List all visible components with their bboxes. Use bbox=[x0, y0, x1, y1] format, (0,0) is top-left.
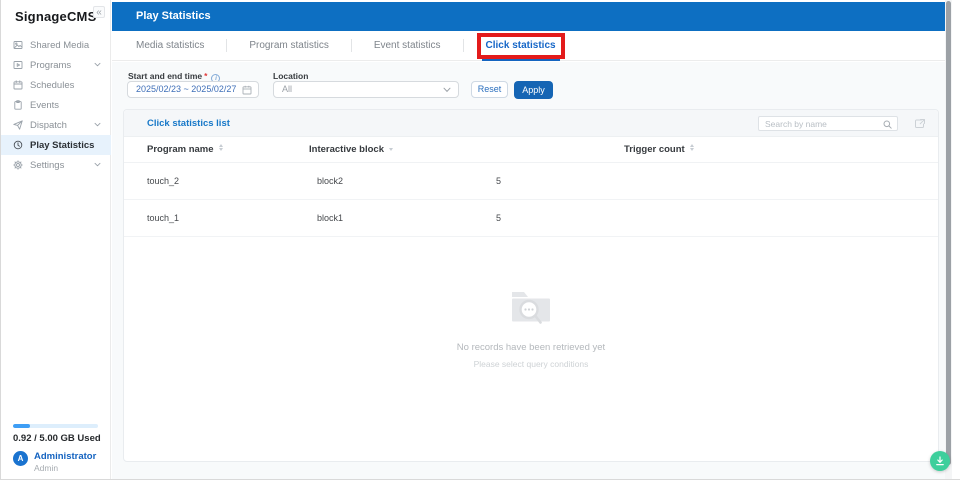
tab-event-statistics[interactable]: Event statistics bbox=[363, 31, 452, 61]
sidebar-nav: Shared Media Programs Schedules Events D… bbox=[1, 35, 111, 175]
download-fab-button[interactable] bbox=[930, 451, 950, 471]
location-label: Location bbox=[273, 71, 308, 81]
sidebar-item-programs[interactable]: Programs bbox=[1, 55, 111, 75]
sidebar-item-label: Play Statistics bbox=[30, 140, 94, 151]
cell-trigger-count: 5 bbox=[496, 163, 501, 200]
storage-progress-fill bbox=[13, 424, 30, 428]
card-header: Click statistics list bbox=[124, 110, 938, 137]
tab-divider bbox=[351, 39, 352, 52]
sidebar-item-label: Schedules bbox=[30, 80, 74, 91]
user-role: Admin bbox=[34, 463, 58, 473]
cell-program-name: touch_2 bbox=[147, 163, 179, 200]
sidebar-item-label: Programs bbox=[30, 60, 71, 71]
image-icon bbox=[13, 40, 23, 50]
required-mark: * bbox=[204, 71, 207, 81]
sidebar-item-label: Events bbox=[30, 100, 59, 111]
sort-icon bbox=[389, 148, 393, 151]
main-area: Play Statistics Media statistics Program… bbox=[112, 0, 945, 479]
app-logo-title: SignageCMS bbox=[15, 9, 96, 24]
column-header-program-name[interactable]: Program name bbox=[147, 137, 223, 163]
empty-folder-search-icon bbox=[510, 288, 552, 326]
location-selected-value: All bbox=[282, 84, 292, 94]
calendar-icon bbox=[242, 85, 252, 95]
sidebar-item-dispatch[interactable]: Dispatch bbox=[1, 115, 111, 135]
sidebar: SignageCMS « Shared Media Programs Sched… bbox=[1, 0, 111, 479]
search-icon[interactable] bbox=[883, 120, 892, 129]
card-title: Click statistics list bbox=[147, 110, 230, 137]
sidebar-item-label: Settings bbox=[30, 160, 64, 171]
export-icon[interactable] bbox=[914, 118, 926, 130]
page-header: Play Statistics bbox=[112, 2, 945, 31]
play-box-icon bbox=[13, 60, 23, 70]
cell-interactive-block: block2 bbox=[317, 163, 343, 200]
tab-divider bbox=[463, 39, 464, 52]
tab-divider bbox=[226, 39, 227, 52]
click-statistics-card: Click statistics list Program name Inter… bbox=[123, 109, 939, 462]
page-title: Play Statistics bbox=[136, 2, 211, 31]
sidebar-item-label: Shared Media bbox=[30, 40, 89, 51]
chevron-down-icon bbox=[94, 161, 101, 168]
content-area: Start and end time*i 2025/02/23 ~ 2025/0… bbox=[112, 62, 945, 479]
scrollbar-thumb[interactable] bbox=[946, 1, 951, 465]
sort-icon bbox=[690, 144, 694, 152]
chevron-down-icon bbox=[443, 87, 451, 93]
tab-media-statistics[interactable]: Media statistics bbox=[136, 31, 215, 61]
chevron-down-icon bbox=[94, 121, 101, 128]
search-box bbox=[758, 116, 898, 131]
download-icon bbox=[935, 456, 945, 466]
vertical-scrollbar bbox=[945, 0, 952, 479]
cell-interactive-block: block1 bbox=[317, 200, 343, 237]
storage-progress-bar bbox=[13, 424, 98, 428]
search-input[interactable] bbox=[765, 117, 880, 130]
sidebar-item-play-statistics[interactable]: Play Statistics bbox=[1, 135, 111, 155]
storage-usage-label: 0.92 / 5.00 GB Used bbox=[13, 433, 101, 444]
avatar[interactable]: A bbox=[13, 451, 28, 466]
calendar-icon bbox=[13, 80, 23, 90]
clipboard-icon bbox=[13, 100, 23, 110]
user-name[interactable]: Administrator bbox=[34, 451, 96, 462]
empty-state: No records have been retrieved yet Pleas… bbox=[124, 288, 938, 369]
app-window: SignageCMS « Shared Media Programs Sched… bbox=[0, 0, 960, 480]
location-select[interactable]: All bbox=[273, 81, 459, 98]
tab-click-statistics[interactable]: Click statistics bbox=[475, 31, 567, 61]
table-row[interactable]: touch_2 block2 5 bbox=[124, 163, 938, 200]
sidebar-item-events[interactable]: Events bbox=[1, 95, 111, 115]
sidebar-item-schedules[interactable]: Schedules bbox=[1, 75, 111, 95]
column-header-label: Program name bbox=[147, 144, 214, 155]
send-icon bbox=[13, 120, 23, 130]
chevron-down-icon bbox=[94, 61, 101, 68]
date-range-input[interactable]: 2025/02/23 ~ 2025/02/27 bbox=[127, 81, 259, 98]
sidebar-item-label: Dispatch bbox=[30, 120, 67, 131]
apply-button[interactable]: Apply bbox=[514, 81, 553, 99]
cell-program-name: touch_1 bbox=[147, 200, 179, 237]
sidebar-item-settings[interactable]: Settings bbox=[1, 155, 111, 175]
empty-state-title: No records have been retrieved yet bbox=[124, 342, 938, 353]
column-header-trigger-count[interactable]: Trigger count bbox=[624, 137, 694, 163]
tab-program-statistics[interactable]: Program statistics bbox=[238, 31, 339, 61]
empty-state-subtitle: Please select query conditions bbox=[124, 359, 938, 369]
table-header-row: Program name Interactive block Trigger c… bbox=[124, 137, 938, 163]
cell-trigger-count: 5 bbox=[496, 200, 501, 237]
statistics-tabbar: Media statistics Program statistics Even… bbox=[112, 31, 945, 61]
column-header-label: Interactive block bbox=[309, 144, 384, 155]
gear-icon bbox=[13, 160, 23, 170]
reset-button[interactable]: Reset bbox=[471, 81, 508, 98]
sort-icon bbox=[219, 144, 223, 152]
sidebar-collapse-icon[interactable]: « bbox=[93, 6, 105, 18]
sidebar-item-shared-media[interactable]: Shared Media bbox=[1, 35, 111, 55]
table-row[interactable]: touch_1 block1 5 bbox=[124, 200, 938, 237]
clock-icon bbox=[13, 140, 23, 150]
date-range-value: 2025/02/23 ~ 2025/02/27 bbox=[136, 84, 236, 94]
date-range-label-text: Start and end time bbox=[128, 71, 202, 81]
column-header-interactive-block[interactable]: Interactive block bbox=[309, 137, 393, 163]
column-header-label: Trigger count bbox=[624, 144, 685, 155]
